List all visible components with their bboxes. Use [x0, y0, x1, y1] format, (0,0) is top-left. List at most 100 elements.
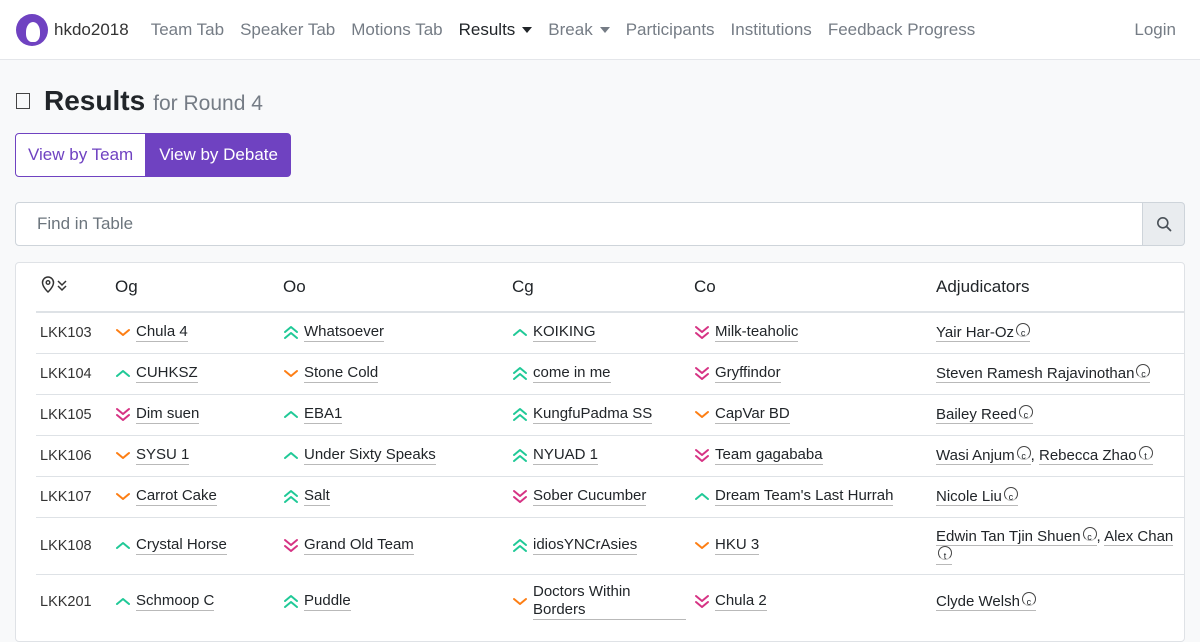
team-cell: Team gagababa [690, 434, 932, 476]
rank-first-icon [513, 408, 527, 421]
nav-speaker-tab[interactable]: Speaker Tab [232, 20, 343, 40]
results-table: Og Oo Cg Co Adjudicators LKK103 Chula 4 Wh… [36, 263, 1184, 629]
chair-icon: c [1016, 323, 1031, 338]
team-link[interactable]: Schmoop C [136, 592, 215, 612]
cg-header[interactable]: Cg [508, 263, 690, 313]
team-link[interactable]: KOIKING [533, 323, 596, 343]
nav-institutions[interactable]: Institutions [723, 20, 820, 40]
team-entry: Doctors Within Borders [512, 583, 686, 621]
team-link[interactable]: HKU 3 [715, 536, 760, 555]
adjudicator-link[interactable]: Clyde Welsh c [936, 592, 1036, 612]
table-search: Find in Table [15, 202, 1185, 246]
logo-icon [16, 13, 48, 46]
team-cell: Whatsoever [279, 311, 508, 353]
team-link[interactable]: Grand Old Team [304, 536, 414, 555]
chair-icon: c [1018, 405, 1033, 420]
team-cell: Crystal Horse [111, 516, 279, 574]
team-link[interactable]: idiosYNCrAsies [533, 536, 638, 555]
team-entry: NYUAD 1 [512, 446, 686, 465]
team-link[interactable]: Carrot Cake [136, 487, 217, 506]
rank-first-icon [513, 539, 527, 552]
adjudicator-link[interactable]: Wasi Anjum c [936, 446, 1031, 465]
table-row: LKK107 Carrot Cake Salt Sober Cucumber Dream… [36, 475, 1184, 517]
oo-header[interactable]: Oo [279, 263, 508, 313]
search-input[interactable]: Find in Table [15, 202, 1143, 246]
table-row: LKK201 Schmoop C Puddle Doctors Within Bord… [36, 573, 1184, 629]
view-by-team-button[interactable]: View by Team [15, 133, 147, 177]
nav-results-dropdown[interactable]: Results [451, 20, 541, 40]
team-entry: Carrot Cake [115, 487, 275, 506]
team-cell: CUHKSZ [111, 352, 279, 394]
chair-icon: c [1016, 446, 1031, 461]
map-pin-sort-icon [41, 275, 67, 293]
team-link[interactable]: come in me [533, 364, 611, 383]
page-title: Results [44, 85, 146, 116]
navbar: hkdo2018 Team Tab Speaker Tab Motions Ta… [0, 0, 1200, 60]
adjudicators-cell: Bailey Reed c [932, 393, 1184, 435]
team-link[interactable]: Team gagababa [715, 446, 823, 465]
nav-results-label: Results [458, 19, 516, 39]
nav-break-dropdown[interactable]: Break [540, 20, 617, 40]
nav-motions-tab[interactable]: Motions Tab [343, 20, 450, 40]
team-link[interactable]: NYUAD 1 [533, 446, 599, 465]
team-link[interactable]: Whatsoever [304, 323, 385, 343]
team-entry: Sober Cucumber [512, 487, 686, 506]
team-link[interactable]: Dream Team's Last Hurrah [715, 487, 894, 506]
adjudicator-link[interactable]: Rebecca Zhao t [1038, 446, 1153, 465]
team-link[interactable]: SYSU 1 [136, 446, 190, 465]
team-link[interactable]: Crystal Horse [136, 536, 227, 555]
adjudicator-name: Edwin Tan Tjin Shuen [936, 527, 1081, 545]
team-entry: Under Sixty Speaks [283, 446, 504, 465]
rank-third-icon [513, 598, 527, 606]
team-link[interactable]: Sober Cucumber [533, 487, 647, 506]
nav-team-tab[interactable]: Team Tab [143, 20, 232, 40]
view-by-debate-button[interactable]: View by Debate [146, 133, 291, 177]
adjudicator-link[interactable]: Edwin Tan Tjin Shuen c [936, 526, 1097, 546]
team-link[interactable]: Under Sixty Speaks [304, 446, 436, 465]
team-cell: Milk-teaholic [690, 311, 932, 353]
adjudicator-name: Wasi Anjum [936, 447, 1015, 464]
adjudicator-link[interactable]: Steven Ramesh Rajavinothan c [936, 364, 1151, 383]
rank-fourth-icon [116, 408, 130, 421]
team-link[interactable]: Puddle [304, 592, 351, 612]
search-button[interactable] [1143, 202, 1185, 246]
og-header[interactable]: Og [111, 263, 279, 313]
team-entry: KungfuPadma SS [512, 405, 686, 424]
adjudicators-header[interactable]: Adjudicators [932, 263, 1184, 313]
team-link[interactable]: EBA1 [304, 405, 343, 424]
team-link[interactable]: Doctors Within Borders [533, 583, 686, 621]
team-link[interactable]: Gryffindor [715, 364, 781, 383]
nav-break-label: Break [548, 19, 593, 39]
rank-fourth-icon [284, 539, 298, 552]
venue-cell: LKK103 [36, 311, 111, 353]
team-cell: SYSU 1 [111, 434, 279, 476]
brand[interactable]: hkdo2018 [16, 13, 129, 46]
chair-icon: c [1003, 487, 1018, 502]
team-link[interactable]: KungfuPadma SS [533, 405, 653, 424]
team-link[interactable]: Chula 4 [136, 323, 188, 343]
team-entry: Milk-teaholic [694, 323, 928, 343]
team-link[interactable]: Stone Cold [304, 364, 379, 383]
nav-participants[interactable]: Participants [618, 20, 723, 40]
adjudicator-link[interactable]: Yair Har-Oz c [936, 323, 1031, 343]
rank-first-icon [284, 326, 298, 340]
rank-third-icon [116, 493, 130, 500]
nav-feedback-progress[interactable]: Feedback Progress [820, 20, 983, 40]
team-entry: Salt [283, 487, 504, 506]
adjudicator-name: Steven Ramesh Rajavinothan [936, 365, 1135, 382]
team-link[interactable]: Chula 2 [715, 592, 767, 612]
team-link[interactable]: Salt [304, 487, 330, 506]
team-link[interactable]: Dim suen [136, 405, 200, 424]
team-link[interactable]: CapVar BD [715, 405, 790, 424]
team-link[interactable]: Milk-teaholic [715, 323, 799, 343]
adjudicator-name: Clyde Welsh [936, 593, 1020, 611]
team-link[interactable]: CUHKSZ [136, 364, 198, 383]
co-header[interactable]: Co [690, 263, 932, 313]
rank-second-icon [116, 370, 130, 377]
adjudicators-cell: Wasi Anjum c, Rebecca Zhao t [932, 434, 1184, 476]
adjudicator-link[interactable]: Bailey Reed c [936, 405, 1033, 424]
chair-icon: c [1082, 526, 1097, 542]
venue-header[interactable] [36, 263, 111, 313]
adjudicator-link[interactable]: Nicole Liu c [936, 487, 1018, 506]
login-link[interactable]: Login [1126, 20, 1184, 40]
